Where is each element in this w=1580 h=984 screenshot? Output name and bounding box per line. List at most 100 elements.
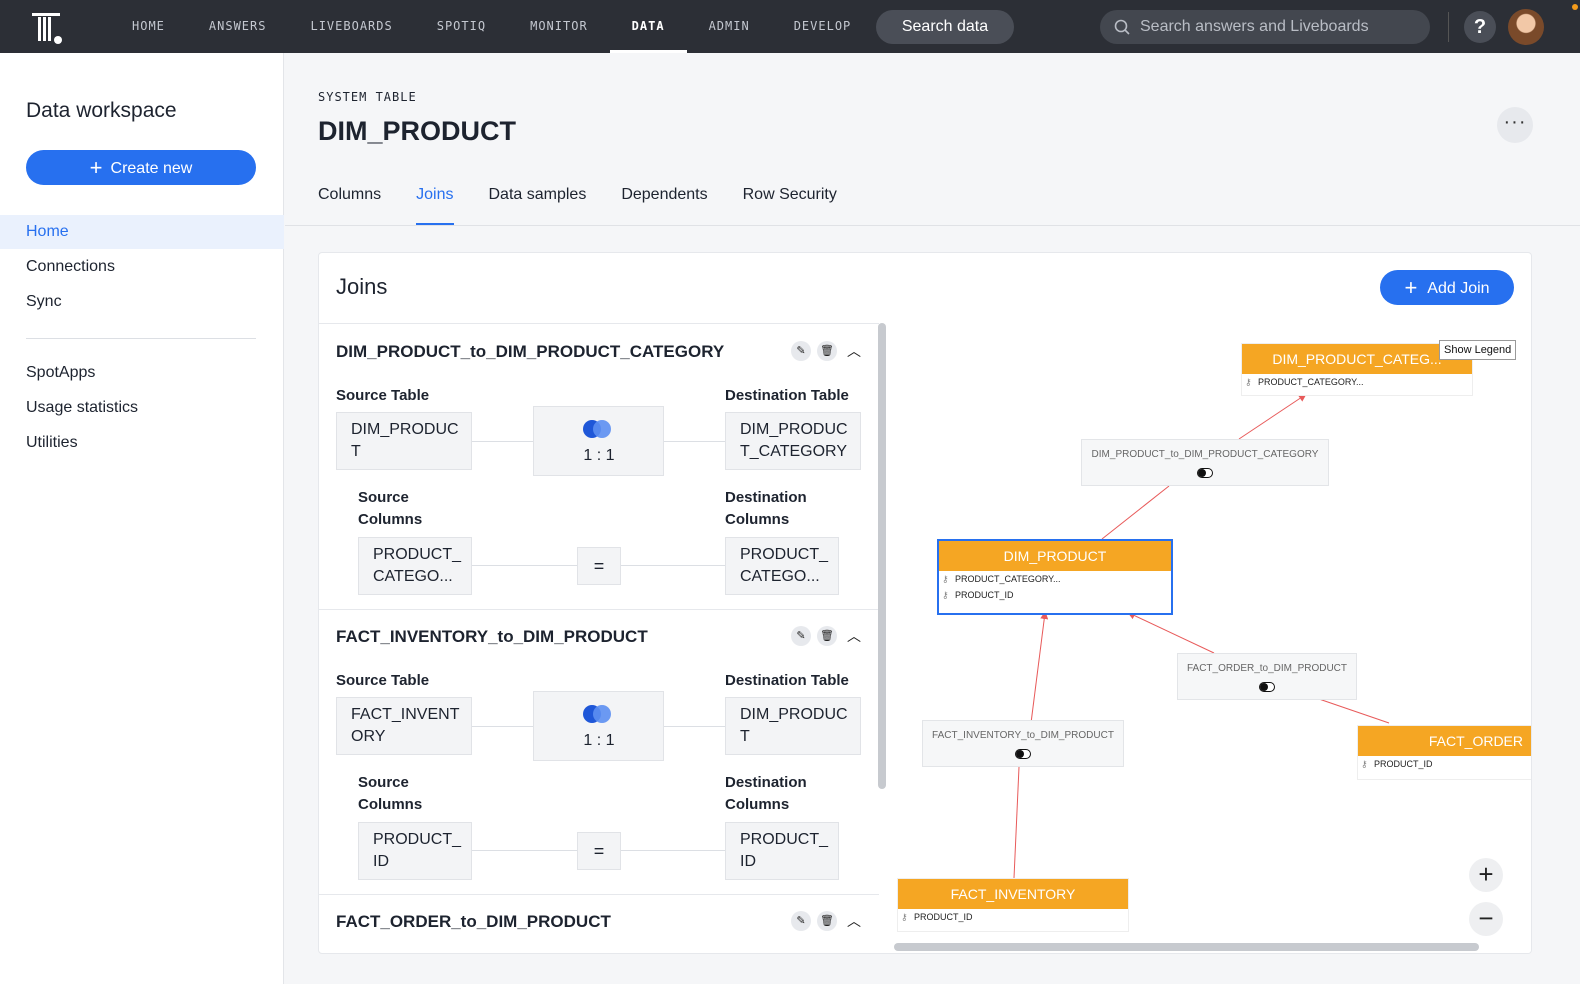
join-diagram: DIM_PRODUCT_CATEG... PRODUCT_CATEGORY...…: [889, 323, 1531, 953]
joins-card: Joins + Add Join DIM_PRODUCT_to_DIM_PRODU…: [318, 252, 1532, 954]
join-toggle-icon[interactable]: [1015, 749, 1031, 759]
table-node-column: PRODUCT_CATEGORY...: [1242, 374, 1472, 390]
connector-line: [471, 441, 533, 442]
help-button[interactable]: ?: [1464, 11, 1496, 43]
table-node-column: PRODUCT_CATEGORY...: [939, 571, 1171, 587]
search-icon: [1114, 19, 1130, 35]
nav-admin[interactable]: ADMIN: [687, 0, 772, 53]
main-content: SYSTEM TABLE DIM_PRODUCT ··· Columns Joi…: [285, 53, 1580, 984]
add-join-button[interactable]: + Add Join: [1380, 270, 1514, 305]
destination-table-label: Destination Table: [725, 672, 849, 689]
connector-line: [664, 441, 726, 442]
connector-line: [621, 565, 727, 566]
table-node-fact-inventory[interactable]: FACT_INVENTORY PRODUCT_ID: [897, 878, 1129, 932]
delete-icon[interactable]: 🗑: [817, 911, 837, 931]
table-node-title: DIM_PRODUCT_CATEG...: [1242, 344, 1472, 374]
source-column-value: PRODUCT_ CATEGO...: [358, 537, 472, 595]
horizontal-scrollbar[interactable]: [894, 943, 1479, 951]
sidebar-item-utilities[interactable]: Utilities: [0, 426, 284, 460]
sidebar-item-home[interactable]: Home: [0, 215, 284, 249]
nav-develop[interactable]: DEVELOP: [772, 0, 874, 53]
tab-dependents[interactable]: Dependents: [621, 186, 707, 226]
join-item: FACT_INVENTORY_to_DIM_PRODUCT ✎ 🗑 ︿ Sour…: [319, 609, 879, 895]
join-toggle-icon[interactable]: [1197, 468, 1213, 478]
joins-title: Joins: [336, 274, 388, 299]
equals-operator: =: [577, 832, 621, 870]
destination-column-value: PRODUCT_ ID: [725, 822, 839, 880]
plus-icon: +: [89, 155, 103, 180]
join-node-fact-inventory-to-dim-product[interactable]: FACT_INVENTORY_to_DIM_PRODUCT: [922, 720, 1124, 767]
join-name: FACT_ORDER_to_DIM_PRODUCT: [336, 912, 611, 931]
chevron-up-icon[interactable]: ︿: [847, 911, 861, 931]
nav-divider: [1448, 12, 1449, 42]
sidebar-item-usage-statistics[interactable]: Usage statistics: [0, 391, 284, 425]
delete-icon[interactable]: 🗑: [817, 341, 837, 361]
source-table-label: Source Table: [336, 672, 430, 689]
table-node-fact-order[interactable]: FACT_ORDER PRODUCT_ID: [1357, 725, 1531, 780]
tab-bar: Columns Joins Data samples Dependents Ro…: [318, 186, 872, 226]
nav-answers[interactable]: ANSWERS: [187, 0, 289, 53]
source-table-value: DIM_PRODUC T: [336, 412, 472, 470]
thoughtspot-logo-icon[interactable]: [30, 10, 66, 46]
search-answers-placeholder: Search answers and Liveboards: [1140, 18, 1369, 35]
join-node-fact-order-to-dim-product[interactable]: FACT_ORDER_to_DIM_PRODUCT: [1177, 653, 1357, 700]
table-node-column: PRODUCT_ID: [939, 587, 1171, 603]
source-table-label: Source Table: [336, 387, 430, 404]
tab-row-security[interactable]: Row Security: [743, 186, 837, 226]
table-node-dim-product[interactable]: DIM_PRODUCT PRODUCT_CATEGORY... PRODUCT_…: [937, 539, 1173, 615]
join-type-indicator[interactable]: 1 : 1: [533, 691, 664, 761]
connector-line: [471, 565, 577, 566]
page-title: DIM_PRODUCT: [318, 116, 517, 146]
tab-data-samples[interactable]: Data samples: [489, 186, 587, 226]
create-new-button[interactable]: + Create new: [26, 150, 256, 185]
tab-joins[interactable]: Joins: [416, 186, 454, 226]
table-node-column: PRODUCT_ID: [1358, 756, 1531, 772]
nav-monitor[interactable]: MONITOR: [508, 0, 610, 53]
tab-columns[interactable]: Columns: [318, 186, 381, 226]
top-navigation-bar: HOME ANSWERS LIVEBOARDS SPOTIQ MONITOR D…: [0, 0, 1580, 53]
join-toggle-icon[interactable]: [1259, 682, 1275, 692]
joins-list: DIM_PRODUCT_to_DIM_PRODUCT_CATEGORY ✎ 🗑 …: [319, 323, 879, 953]
join-item: FACT_ORDER_to_DIM_PRODUCT ✎ 🗑 ︿: [319, 894, 879, 953]
vertical-scrollbar[interactable]: [878, 323, 886, 789]
table-type-label: SYSTEM TABLE: [318, 90, 417, 104]
delete-icon[interactable]: 🗑: [817, 626, 837, 646]
link-line: [1318, 698, 1390, 724]
inner-join-icon: [583, 420, 611, 438]
destination-table-label: Destination Table: [725, 387, 849, 404]
sidebar-title: Data workspace: [26, 99, 177, 122]
edit-icon[interactable]: ✎: [791, 341, 811, 361]
destination-table-value: DIM_PRODUC T_CATEGORY: [725, 412, 861, 470]
search-answers-input[interactable]: Search answers and Liveboards: [1100, 10, 1430, 44]
join-node-label: DIM_PRODUCT_to_DIM_PRODUCT_CATEGORY: [1091, 449, 1319, 460]
tab-divider: [285, 225, 1580, 226]
sidebar-item-spotapps[interactable]: SpotApps: [0, 356, 284, 390]
more-options-button[interactable]: ···: [1497, 107, 1533, 143]
zoom-in-button[interactable]: +: [1469, 858, 1503, 892]
join-type-indicator[interactable]: 1 : 1: [533, 406, 664, 476]
nav-home[interactable]: HOME: [110, 0, 187, 53]
join-cardinality: 1 : 1: [583, 447, 615, 464]
source-table-value: FACT_INVENT ORY: [336, 697, 472, 755]
link-line: [1127, 611, 1215, 654]
edit-icon[interactable]: ✎: [791, 911, 811, 931]
edit-icon[interactable]: ✎: [791, 626, 811, 646]
zoom-out-button[interactable]: −: [1469, 902, 1503, 936]
join-node-dim-product-to-category[interactable]: DIM_PRODUCT_to_DIM_PRODUCT_CATEGORY: [1081, 439, 1329, 486]
connector-line: [471, 850, 577, 851]
nav-menu: HOME ANSWERS LIVEBOARDS SPOTIQ MONITOR D…: [110, 0, 873, 53]
user-avatar[interactable]: [1508, 9, 1544, 45]
nav-data[interactable]: DATA: [609, 0, 687, 53]
source-columns-label: Source Columns: [358, 774, 423, 813]
sidebar-item-connections[interactable]: Connections: [0, 250, 284, 284]
nav-spotiq[interactable]: SPOTIQ: [415, 0, 508, 53]
link-line: [1238, 393, 1307, 440]
search-data-button[interactable]: Search data: [876, 10, 1014, 44]
table-node-column: PRODUCT_ID: [898, 909, 1128, 925]
nav-liveboards[interactable]: LIVEBOARDS: [288, 0, 414, 53]
sidebar-item-sync[interactable]: Sync: [0, 285, 284, 319]
show-legend-button[interactable]: Show Legend: [1439, 340, 1517, 360]
chevron-up-icon[interactable]: ︿: [847, 626, 861, 646]
plus-icon: +: [1404, 275, 1418, 300]
chevron-up-icon[interactable]: ︿: [847, 341, 861, 361]
